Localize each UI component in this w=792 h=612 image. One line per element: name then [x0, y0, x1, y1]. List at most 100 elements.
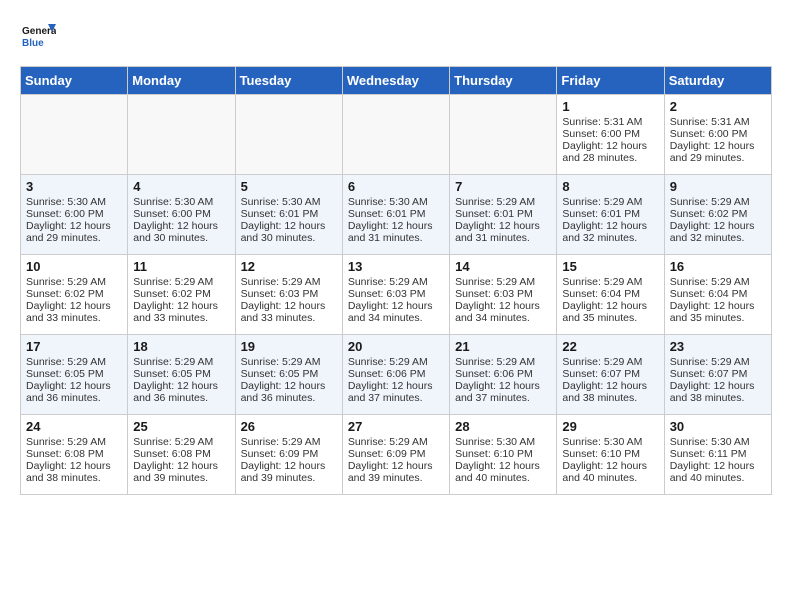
day-info: Sunset: 6:01 PM [455, 208, 551, 220]
day-number: 5 [241, 179, 337, 194]
calendar-cell: 29Sunrise: 5:30 AMSunset: 6:10 PMDayligh… [557, 415, 664, 495]
day-number: 8 [562, 179, 658, 194]
day-number: 24 [26, 419, 122, 434]
day-info: Sunrise: 5:29 AM [348, 436, 444, 448]
day-info: Sunset: 6:02 PM [670, 208, 766, 220]
day-info: Daylight: 12 hours and 33 minutes. [133, 300, 229, 324]
day-info: Daylight: 12 hours and 33 minutes. [26, 300, 122, 324]
day-number: 2 [670, 99, 766, 114]
day-info: Sunset: 6:07 PM [670, 368, 766, 380]
day-info: Daylight: 12 hours and 38 minutes. [26, 460, 122, 484]
calendar-cell [342, 95, 449, 175]
day-number: 29 [562, 419, 658, 434]
day-number: 27 [348, 419, 444, 434]
day-info: Daylight: 12 hours and 36 minutes. [26, 380, 122, 404]
calendar-cell: 16Sunrise: 5:29 AMSunset: 6:04 PMDayligh… [664, 255, 771, 335]
calendar-week-row: 24Sunrise: 5:29 AMSunset: 6:08 PMDayligh… [21, 415, 772, 495]
day-number: 6 [348, 179, 444, 194]
calendar-cell: 2 Sunrise: 5:31 AMSunset: 6:00 PMDaylight… [664, 95, 771, 175]
day-info: Daylight: 12 hours and 39 minutes. [348, 460, 444, 484]
calendar-cell: 19Sunrise: 5:29 AMSunset: 6:05 PMDayligh… [235, 335, 342, 415]
day-info: Sunrise: 5:31 AM [562, 116, 658, 128]
day-info: Sunset: 6:02 PM [26, 288, 122, 300]
day-info: Sunset: 6:10 PM [562, 448, 658, 460]
day-info: Daylight: 12 hours and 31 minutes. [348, 220, 444, 244]
day-number: 11 [133, 259, 229, 274]
calendar-cell: 26 Sunrise: 5:29 AMSunset: 6:09 PMDayligh… [235, 415, 342, 495]
calendar-cell: 20Sunrise: 5:29 AMSunset: 6:06 PMDayligh… [342, 335, 449, 415]
day-number: 17 [26, 339, 122, 354]
calendar-week-row: 10Sunrise: 5:29 AMSunset: 6:02 PMDayligh… [21, 255, 772, 335]
calendar-cell: 21Sunrise: 5:29 AMSunset: 6:06 PMDayligh… [450, 335, 557, 415]
day-info: Daylight: 12 hours and 39 minutes. [133, 460, 229, 484]
day-number: 22 [562, 339, 658, 354]
day-info: Sunset: 6:09 PM [241, 448, 337, 460]
day-info: Daylight: 12 hours and 30 minutes. [241, 220, 337, 244]
day-info: Daylight: 12 hours and 39 minutes. [241, 460, 337, 484]
day-info: Sunset: 6:09 PM [348, 448, 444, 460]
day-info: Daylight: 12 hours and 36 minutes. [133, 380, 229, 404]
day-info: Sunset: 6:04 PM [562, 288, 658, 300]
calendar-cell: 27 Sunrise: 5:29 AMSunset: 6:09 PMDayligh… [342, 415, 449, 495]
day-info: Sunrise: 5:29 AM [26, 276, 122, 288]
day-info: Daylight: 12 hours and 38 minutes. [670, 380, 766, 404]
calendar-cell: 6Sunrise: 5:30 AMSunset: 6:01 PMDaylight… [342, 175, 449, 255]
logo-svg: General Blue [20, 20, 56, 56]
day-info: Daylight: 12 hours and 34 minutes. [348, 300, 444, 324]
day-info: Sunrise: 5:29 AM [133, 436, 229, 448]
calendar-week-row: 17Sunrise: 5:29 AMSunset: 6:05 PMDayligh… [21, 335, 772, 415]
calendar-cell: 13Sunrise: 5:29 AMSunset: 6:03 PMDayligh… [342, 255, 449, 335]
day-number: 7 [455, 179, 551, 194]
day-number: 10 [26, 259, 122, 274]
day-info: Sunrise: 5:30 AM [133, 196, 229, 208]
calendar-cell: 22Sunrise: 5:29 AMSunset: 6:07 PMDayligh… [557, 335, 664, 415]
day-info: Sunrise: 5:29 AM [348, 276, 444, 288]
calendar-cell: 9Sunrise: 5:29 AMSunset: 6:02 PMDaylight… [664, 175, 771, 255]
calendar-cell: 12Sunrise: 5:29 AMSunset: 6:03 PMDayligh… [235, 255, 342, 335]
day-number: 21 [455, 339, 551, 354]
day-info: Sunset: 6:00 PM [670, 128, 766, 140]
day-info: Sunset: 6:06 PM [455, 368, 551, 380]
day-number: 26 [241, 419, 337, 434]
day-info: Sunset: 6:06 PM [348, 368, 444, 380]
calendar-cell: 10 Sunrise: 5:29 AMSunset: 6:02 PMDayligh… [21, 255, 128, 335]
day-info: Sunset: 6:07 PM [562, 368, 658, 380]
day-info: Sunrise: 5:29 AM [455, 276, 551, 288]
calendar-cell: 1Sunrise: 5:31 AMSunset: 6:00 PMDaylight… [557, 95, 664, 175]
day-info: Sunrise: 5:29 AM [133, 356, 229, 368]
day-info: Sunrise: 5:29 AM [562, 356, 658, 368]
day-info: Sunset: 6:02 PM [133, 288, 229, 300]
day-info: Daylight: 12 hours and 40 minutes. [455, 460, 551, 484]
day-info: Daylight: 12 hours and 29 minutes. [26, 220, 122, 244]
day-number: 25 [133, 419, 229, 434]
calendar-week-row: 3Sunrise: 5:30 AMSunset: 6:00 PMDaylight… [21, 175, 772, 255]
day-info: Sunset: 6:05 PM [241, 368, 337, 380]
day-info: Sunrise: 5:29 AM [241, 436, 337, 448]
day-info: Sunrise: 5:30 AM [348, 196, 444, 208]
day-info: Daylight: 12 hours and 29 minutes. [670, 140, 766, 164]
day-number: 12 [241, 259, 337, 274]
day-info: Sunset: 6:00 PM [133, 208, 229, 220]
calendar-cell: 28Sunrise: 5:30 AMSunset: 6:10 PMDayligh… [450, 415, 557, 495]
day-header-wednesday: Wednesday [342, 67, 449, 95]
day-info: Sunrise: 5:29 AM [241, 276, 337, 288]
calendar-cell: 17Sunrise: 5:29 AMSunset: 6:05 PMDayligh… [21, 335, 128, 415]
page-header: General Blue [20, 20, 772, 56]
day-number: 23 [670, 339, 766, 354]
day-info: Daylight: 12 hours and 37 minutes. [348, 380, 444, 404]
day-number: 15 [562, 259, 658, 274]
day-info: Sunset: 6:05 PM [133, 368, 229, 380]
day-number: 1 [562, 99, 658, 114]
day-number: 19 [241, 339, 337, 354]
day-info: Sunrise: 5:29 AM [455, 356, 551, 368]
day-info: Sunset: 6:10 PM [455, 448, 551, 460]
calendar-cell [450, 95, 557, 175]
day-info: Sunrise: 5:29 AM [133, 276, 229, 288]
day-info: Sunrise: 5:29 AM [562, 196, 658, 208]
day-info: Sunrise: 5:30 AM [26, 196, 122, 208]
day-info: Sunrise: 5:30 AM [670, 436, 766, 448]
day-info: Sunset: 6:01 PM [241, 208, 337, 220]
day-info: Sunset: 6:08 PM [133, 448, 229, 460]
day-info: Daylight: 12 hours and 30 minutes. [133, 220, 229, 244]
day-info: Sunrise: 5:31 AM [670, 116, 766, 128]
